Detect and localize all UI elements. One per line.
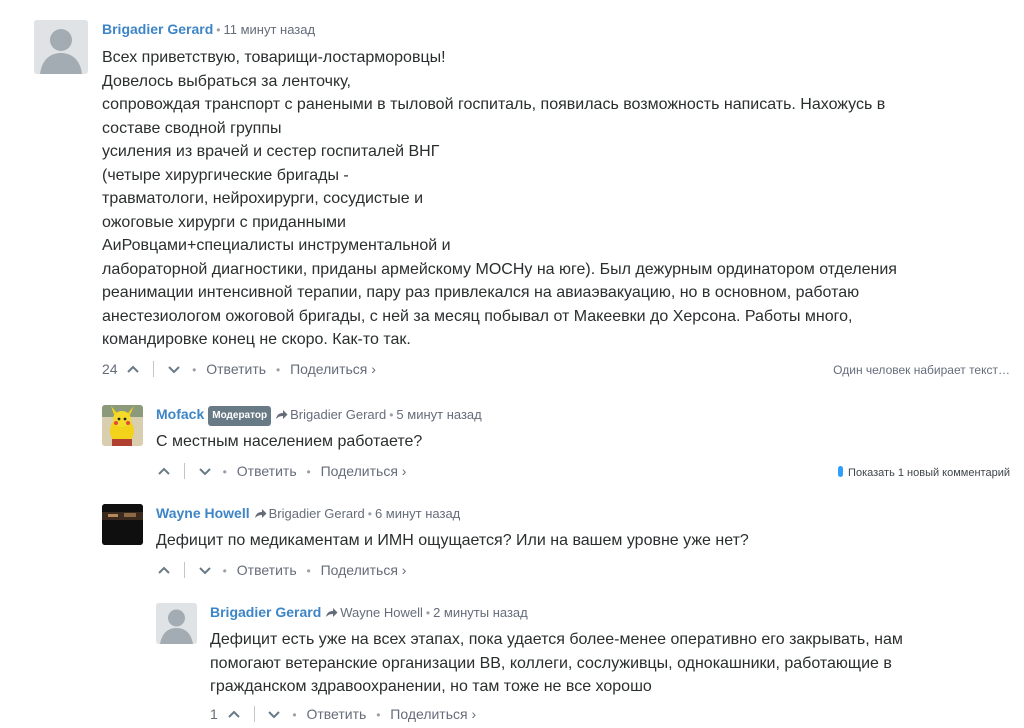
comment-line: командировке конец не скоро. Как-то так. — [102, 331, 411, 348]
comment-footer: 1 • Ответить • Поделиться › — [210, 703, 1014, 725]
comment-line: травматологи, нейрохирурги, сосудистые и — [102, 190, 424, 207]
reply-button[interactable]: Ответить — [237, 562, 297, 578]
show-new-comments-button[interactable]: Показать 1 новый комментарий — [838, 462, 1010, 484]
comment-line: ожоговые хирурги с приданными — [102, 213, 346, 231]
separator-dot: • — [192, 362, 197, 377]
comment-3: Wayne Howell Brigadier Gerard • 6 минут наз… — [102, 504, 1014, 584]
separator-dot: • — [306, 464, 311, 479]
comment-footer: 24 • Ответить • Поделиться › Один челове… — [102, 358, 1014, 380]
comment-text: Всех приветствую, товарищи-лостарморовцы… — [102, 46, 1014, 352]
avatar[interactable] — [34, 20, 88, 74]
default-avatar-icon — [156, 603, 197, 644]
reply-arrow-icon — [326, 608, 338, 617]
downvote-icon[interactable] — [197, 463, 213, 479]
share-button[interactable]: Поделиться › — [321, 463, 407, 479]
separator-dot: • — [222, 563, 227, 578]
author-name[interactable]: Brigadier Gerard — [210, 604, 321, 620]
vote-count: 1 — [210, 705, 218, 722]
author-name[interactable]: Wayne Howell — [156, 505, 250, 521]
comment-header: Wayne Howell Brigadier Gerard • 6 минут наз… — [156, 504, 1014, 524]
separator-dot: • — [306, 563, 311, 578]
parent-author: Brigadier Gerard — [290, 407, 387, 422]
parent-author: Wayne Howell — [340, 605, 423, 620]
avatar[interactable] — [156, 603, 197, 644]
vote-divider — [253, 705, 255, 722]
comment-text: Дефицит есть уже на всех этапах, пока уд… — [210, 628, 1014, 699]
downvote-icon[interactable] — [266, 706, 282, 722]
reply-to-link[interactable]: Wayne Howell — [325, 605, 423, 620]
separator-dot: • — [216, 23, 221, 37]
comment-line: (четыре хирургические бригады - — [102, 166, 349, 184]
reply-button[interactable]: Ответить — [306, 706, 366, 722]
comment-text: Дефицит по медикаментам и ИМН ощущается?… — [156, 529, 1014, 553]
vote-divider — [153, 360, 155, 377]
timestamp[interactable]: 6 минут назад — [375, 506, 460, 521]
separator-dot: • — [367, 507, 372, 521]
parent-author: Brigadier Gerard — [268, 506, 365, 521]
comment-line: Всех приветствую, товарищи-лостарморовцы… — [102, 49, 446, 66]
reply-to-link[interactable]: Brigadier Gerard — [254, 506, 365, 521]
reply-button[interactable]: Ответить — [237, 463, 297, 479]
comment-line: помогают ветеранские организации ВВ, кол… — [210, 654, 892, 672]
separator-dot: • — [275, 362, 281, 377]
comment-line: Довелось выбраться за ленточку, — [102, 72, 351, 90]
separator-dot: • — [425, 606, 431, 620]
comment-footer: • Ответить • Поделиться › — [156, 559, 1014, 581]
typing-indicator: Один человек набирает текст… — [833, 362, 1010, 377]
comment-line: АиРовцами+специалисты инструментальной и — [102, 237, 451, 254]
default-avatar-icon — [34, 20, 88, 74]
comment-line: сопровождая транспорт с ранеными в тылов… — [102, 96, 886, 113]
photo-avatar-icon — [102, 504, 143, 545]
reply-arrow-icon — [254, 509, 267, 518]
comment-line: лабораторной диагностики, приданы армейс… — [102, 260, 897, 278]
vote-divider — [183, 462, 185, 479]
upvote-icon[interactable] — [226, 706, 242, 722]
comment-text: С местным населением работаете? — [156, 430, 1014, 454]
upvote-icon[interactable] — [125, 361, 141, 377]
avatar[interactable] — [102, 405, 143, 446]
timestamp[interactable]: 5 минут назад — [396, 407, 481, 422]
share-button[interactable]: Поделиться › — [321, 562, 407, 578]
separator-dot: • — [292, 707, 297, 722]
comment-line: Дефицит есть уже на всех этапах, пока уд… — [210, 631, 903, 648]
comment-header: Brigadier Gerard • 11 минут назад — [102, 20, 1014, 40]
new-indicator-bar — [838, 465, 844, 477]
moderator-badge: Модератор — [208, 406, 272, 426]
new-comments-label: Показать 1 новый комментарий — [848, 466, 1010, 479]
separator-dot: • — [376, 707, 381, 722]
downvote-icon[interactable] — [166, 361, 182, 377]
comment-4: Brigadier Gerard Wayne Howell • 2 минуты на… — [156, 603, 1014, 728]
upvote-icon[interactable] — [156, 562, 172, 578]
comment-header: Mofack Модератор Brigadier Gerard • 5 минут … — [156, 405, 1014, 426]
timestamp[interactable]: 11 минут назад — [223, 22, 315, 37]
author-name[interactable]: Brigadier Gerard — [102, 21, 213, 37]
comment-2: Mofack Модератор Brigadier Gerard • 5 минут … — [102, 405, 1014, 485]
separator-dot: • — [222, 464, 227, 479]
reply-to-link[interactable]: Brigadier Gerard — [275, 407, 386, 422]
vote-divider — [183, 561, 185, 578]
reply-button[interactable]: Ответить — [206, 361, 266, 377]
comment-line: С местным населением работаете? — [156, 433, 423, 450]
pikachu-avatar-icon — [102, 405, 143, 446]
downvote-icon[interactable] — [197, 562, 213, 578]
comment-line: усиления из врачей и сестер госпиталей В… — [102, 143, 440, 160]
timestamp[interactable]: 2 минуты назад — [433, 605, 528, 620]
avatar[interactable] — [102, 504, 143, 545]
comment-line: Дефицит по медикаментам и ИМН ощущается?… — [156, 532, 749, 549]
comment-line: реанимации интенсивной терапии, пару раз… — [102, 284, 860, 301]
share-button[interactable]: Поделиться › — [390, 706, 476, 722]
comment-header: Brigadier Gerard Wayne Howell • 2 минуты на… — [210, 603, 1014, 623]
comment-footer: • Ответить • Поделиться › Показать 1 нов… — [156, 460, 1014, 482]
vote-count: 24 — [102, 360, 118, 377]
comment-line: анестезиологом ожоговой бригады, с ней з… — [102, 307, 853, 325]
comment-1: Brigadier Gerard • 11 минут назад Всех при… — [34, 20, 1014, 380]
upvote-icon[interactable] — [156, 463, 172, 479]
share-button[interactable]: Поделиться › — [290, 361, 376, 377]
separator-dot: • — [389, 408, 394, 422]
comment-line: гражданском здравоохранении, но там тоже… — [210, 678, 652, 695]
reply-arrow-icon — [276, 410, 288, 419]
comment-line: составе сводной группы — [102, 119, 282, 137]
author-name[interactable]: Mofack — [156, 406, 204, 422]
